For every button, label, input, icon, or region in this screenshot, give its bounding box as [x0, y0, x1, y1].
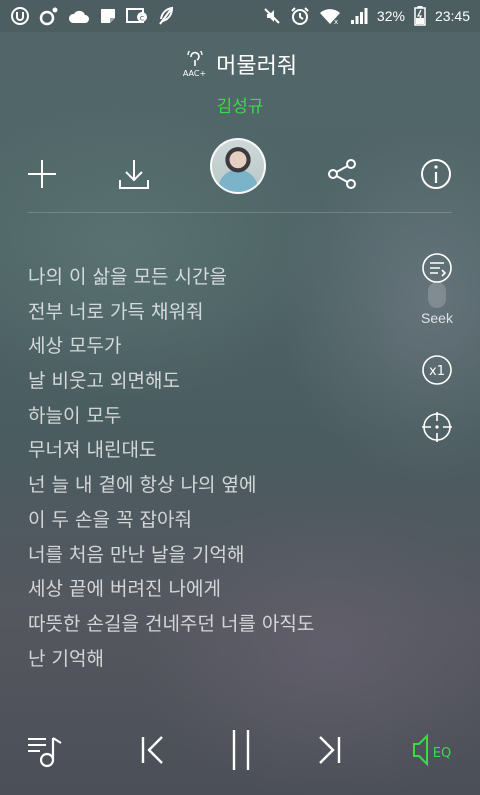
next-icon: [319, 736, 341, 764]
add-to-playlist-button[interactable]: [18, 150, 66, 198]
info-button[interactable]: [412, 150, 460, 198]
playback-controls: EQ: [0, 718, 480, 782]
lyric-line: 이 두 손을 꼭 잡아줘: [28, 508, 192, 531]
info-icon: [421, 159, 451, 189]
eq-label: EQ: [433, 746, 451, 761]
cloud-icon: [68, 7, 90, 25]
next-button[interactable]: [300, 718, 360, 782]
download-icon: [119, 160, 149, 189]
format-label: AAC+: [182, 68, 207, 78]
signal-icon: [350, 7, 368, 25]
lyric-line: 따뜻한 손길을 건네주던 너를 아직도: [28, 612, 315, 635]
app-notification-icon: [10, 6, 30, 26]
artist-name[interactable]: 김성규: [0, 92, 480, 117]
speed-icon: x1: [422, 355, 452, 385]
wifi-icon: x: [319, 7, 341, 25]
action-toolbar: [0, 136, 480, 208]
download-button[interactable]: [110, 150, 158, 198]
seek-label: Seek: [421, 310, 453, 326]
lyrics-panel[interactable]: 나의 이 삶을 모든 시간을 전부 너로 가득 채워줘 세상 모두가 날 비웃고…: [28, 262, 398, 678]
share-icon: [328, 159, 356, 189]
status-bar: c x 32% 23:45: [0, 0, 480, 32]
lyric-line: 넌 늘 내 곁에 항상 나의 옆에: [28, 474, 257, 497]
lyric-line: 전부 너로 가득 채워줘: [28, 300, 204, 323]
lyric-seek-icon: [422, 253, 452, 283]
feather-icon: [157, 6, 175, 26]
equalizer-icon: EQ: [413, 733, 451, 767]
seek-toggle[interactable]: [428, 282, 446, 308]
previous-icon: [141, 736, 163, 764]
speed-button[interactable]: x1: [414, 354, 460, 386]
battery-percent: 32%: [376, 8, 405, 24]
playlist-icon: [28, 737, 62, 768]
playlist-button[interactable]: [16, 718, 76, 782]
song-header: AAC+ 머물러줘 김성규: [0, 46, 480, 117]
pause-button[interactable]: [211, 718, 271, 782]
share-button[interactable]: [318, 150, 366, 198]
battery-charging-icon: [414, 6, 426, 26]
lyric-line: 무너져 내린대도: [28, 439, 157, 462]
toolbar-divider: [28, 212, 452, 213]
clock: 23:45: [434, 8, 470, 24]
plus-icon: [28, 160, 56, 188]
lyric-line: 날 비웃고 외면해도: [28, 370, 180, 393]
lyric-line: 난 기억해: [28, 647, 104, 670]
audio-format-icon: [186, 46, 204, 69]
seek-control[interactable]: Seek: [414, 252, 460, 326]
news-icon: c: [126, 7, 148, 25]
alarm-icon: [290, 6, 310, 26]
lyric-line: 너를 처음 만난 날을 기억해: [28, 543, 245, 566]
svg-text:x: x: [334, 18, 338, 25]
sync-position-button[interactable]: [414, 411, 460, 443]
lyric-line: 세상 모두가: [28, 335, 122, 358]
format-badge: AAC+: [182, 46, 207, 78]
lyric-line: 하늘이 모두: [28, 404, 122, 427]
lyric-line: 나의 이 삶을 모든 시간을: [28, 266, 227, 288]
song-title: 머물러줘: [216, 53, 298, 78]
lyric-line: 세상 끝에 버려진 나에게: [28, 578, 221, 601]
artist-avatar[interactable]: [210, 138, 266, 194]
previous-button[interactable]: [122, 718, 182, 782]
mute-icon: [263, 7, 281, 25]
pause-icon: [232, 730, 250, 770]
note-icon: [99, 7, 117, 25]
equalizer-button[interactable]: EQ: [404, 718, 464, 782]
crosshair-icon: [422, 412, 452, 442]
music-notification-icon: [39, 6, 59, 26]
speed-label: x1: [429, 364, 445, 379]
svg-text:c: c: [140, 14, 144, 23]
